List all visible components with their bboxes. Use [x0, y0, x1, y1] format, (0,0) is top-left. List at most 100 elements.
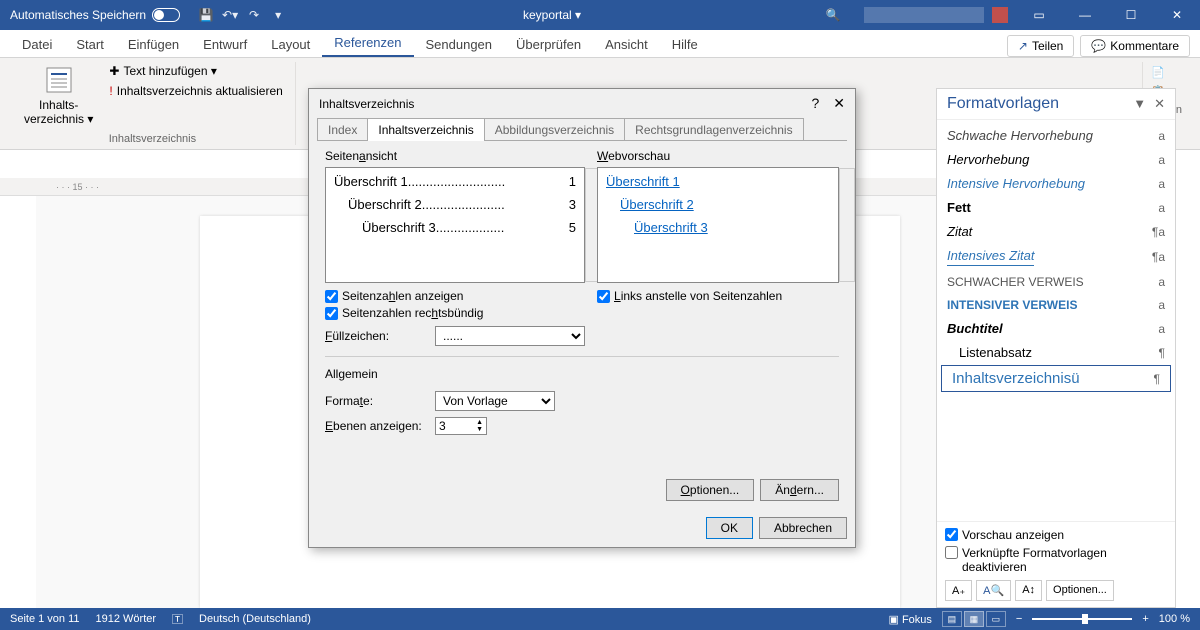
dialog-tab-rechts[interactable]: Rechtsgrundlagenverzeichnis: [624, 118, 803, 141]
new-style-icon[interactable]: A₊: [945, 580, 972, 601]
status-page[interactable]: Seite 1 von 11: [10, 613, 80, 625]
style-item-symbol: a: [1158, 129, 1165, 143]
dialog-tab-index[interactable]: Index: [317, 118, 368, 141]
weblink-h3[interactable]: Überschrift 3: [634, 220, 708, 235]
tab-hilfe[interactable]: Hilfe: [660, 32, 710, 57]
account-area[interactable]: [864, 7, 984, 23]
aendern-button[interactable]: Ändern...: [760, 479, 839, 501]
dialog-tab-abbildung[interactable]: Abbildungsverzeichnis: [484, 118, 625, 141]
save-icon[interactable]: 💾: [198, 7, 214, 23]
tab-entwurf[interactable]: Entwurf: [191, 32, 259, 57]
dialog-title: Inhaltsverzeichnis: [319, 97, 414, 111]
pane-options-icon[interactable]: ▼: [1133, 96, 1146, 112]
view-print-icon[interactable]: ▦: [964, 611, 984, 627]
style-item-label: Inhaltsverzeichnisü: [952, 370, 1080, 387]
spin-up-icon[interactable]: ▲: [476, 419, 483, 426]
status-language[interactable]: Deutsch (Deutschland): [199, 613, 311, 625]
styles-optionen-button[interactable]: Optionen...: [1046, 580, 1114, 601]
view-read-icon[interactable]: ▤: [942, 611, 962, 627]
fuellzeichen-select[interactable]: ......: [435, 326, 585, 346]
tab-datei[interactable]: Datei: [10, 32, 64, 57]
dialog-help-icon[interactable]: ?: [811, 95, 819, 112]
toggle-switch[interactable]: [152, 8, 180, 22]
style-item[interactable]: Hervorhebunga: [937, 148, 1175, 172]
search-icon[interactable]: 🔍: [810, 0, 856, 30]
status-proofing-icon[interactable]: 🅃: [172, 611, 183, 627]
autosave-toggle[interactable]: Automatisches Speichern: [0, 8, 190, 22]
account-avatar[interactable]: [992, 7, 1008, 23]
style-item[interactable]: Schwache Hervorhebung a: [937, 124, 1175, 148]
ebenen-spinner[interactable]: ▲▼: [435, 417, 487, 435]
undo-icon[interactable]: ↶▾: [222, 7, 238, 23]
zoom-level[interactable]: 100 %: [1159, 613, 1190, 625]
check-seitenzahlen[interactable]: Seitenzahlen anzeigen: [325, 289, 585, 303]
minimize-icon[interactable]: —: [1062, 0, 1108, 30]
spin-down-icon[interactable]: ▼: [476, 426, 483, 433]
weblink-h1[interactable]: Überschrift 1: [606, 174, 680, 189]
formate-select[interactable]: Von Vorlage: [435, 391, 555, 411]
style-item-symbol: ¶: [1154, 372, 1160, 386]
pane-close-icon[interactable]: ✕: [1154, 96, 1165, 112]
maximize-icon[interactable]: ☐: [1108, 0, 1154, 30]
vorschau-check[interactable]: Vorschau anzeigen: [945, 528, 1167, 542]
zoom-out-icon[interactable]: −: [1016, 613, 1022, 625]
close-icon[interactable]: ✕: [1154, 0, 1200, 30]
style-item-label: Listenabsatz: [947, 345, 1032, 360]
tab-layout[interactable]: Layout: [259, 32, 322, 57]
focus-mode[interactable]: ▣ Fokus: [889, 613, 932, 626]
webpreview-scrollbar[interactable]: [839, 168, 855, 282]
style-item[interactable]: INTENSIVER VERWEISa: [937, 294, 1175, 317]
styles-list[interactable]: Schwache HervorhebungaHervorhebungaInten…: [937, 120, 1175, 521]
document-title[interactable]: keyportal ▾: [294, 8, 810, 22]
style-item[interactable]: Intensive Hervorhebunga: [937, 172, 1175, 196]
style-inspector-icon[interactable]: A🔍: [976, 580, 1011, 601]
weblink-h2[interactable]: Überschrift 2: [620, 197, 694, 212]
tab-einfuegen[interactable]: Einfügen: [116, 32, 191, 57]
fuellzeichen-label: Füllzeichen:: [325, 329, 425, 343]
manage-styles-icon[interactable]: A↕: [1015, 580, 1042, 601]
style-item-label: Intensives Zitat: [947, 248, 1034, 266]
style-item[interactable]: Buchtitela: [937, 317, 1175, 341]
style-item[interactable]: Fetta: [937, 196, 1175, 220]
toc-button[interactable]: Inhalts- verzeichnis ▾: [18, 62, 99, 129]
tab-ueberpruefen[interactable]: Überprüfen: [504, 32, 593, 57]
ok-button[interactable]: OK: [706, 517, 753, 539]
update-toc-button[interactable]: !Inhaltsverzeichnis aktualisieren: [105, 82, 286, 100]
zoom-slider[interactable]: [1032, 618, 1132, 620]
tab-sendungen[interactable]: Sendungen: [414, 32, 505, 57]
print-preview: Überschrift 1...........................…: [325, 167, 585, 283]
abbrechen-button[interactable]: Abbrechen: [759, 517, 847, 539]
customize-qat-icon[interactable]: ▾: [270, 7, 286, 23]
style-item[interactable]: SCHWACHER VERWEISa: [937, 271, 1175, 294]
tab-ansicht[interactable]: Ansicht: [593, 32, 660, 57]
dialog-tab-inhalt[interactable]: Inhaltsverzeichnis: [367, 118, 484, 141]
verknuepfte-check[interactable]: Verknüpfte Formatvorlagen deaktivieren: [945, 546, 1167, 574]
zoom-in-icon[interactable]: +: [1142, 613, 1148, 625]
style-item[interactable]: Intensives Zitat¶a: [937, 244, 1175, 271]
share-button[interactable]: ↗Teilen: [1007, 35, 1074, 57]
check-links-statt-seitenzahlen[interactable]: Links anstelle von Seitenzahlen: [597, 289, 839, 303]
seitenansicht-label: Seitenansicht: [325, 149, 585, 163]
dialog-titlebar[interactable]: Inhaltsverzeichnis ? ✕: [309, 89, 855, 118]
style-item-symbol: ¶: [1159, 346, 1165, 360]
ebenen-input[interactable]: [439, 419, 469, 433]
style-item-symbol: a: [1158, 275, 1165, 289]
styles-pane: Formatvorlagen ▼ ✕ Schwache Hervorhebung a…: [936, 88, 1176, 608]
style-item[interactable]: Listenabsatz ¶: [937, 341, 1175, 365]
tab-start[interactable]: Start: [64, 32, 115, 57]
add-text-button[interactable]: ✚Text hinzufügen ▾: [105, 62, 220, 80]
style-item-label: Schwache Hervorhebung: [947, 128, 1093, 143]
styles-pane-title: Formatvorlagen: [947, 95, 1059, 113]
style-item[interactable]: Inhaltsverzeichnisü ¶: [941, 365, 1171, 392]
ebenen-label: Ebenen anzeigen:: [325, 419, 425, 433]
view-web-icon[interactable]: ▭: [986, 611, 1006, 627]
status-words[interactable]: 1912 Wörter: [96, 613, 157, 625]
check-rechtsbuendig[interactable]: Seitenzahlen rechtsbündig: [325, 306, 585, 320]
tab-referenzen[interactable]: Referenzen: [322, 30, 413, 57]
comments-button[interactable]: 💬Kommentare: [1080, 35, 1190, 57]
ribbon-display-icon[interactable]: ▭: [1016, 0, 1062, 30]
optionen-button[interactable]: Optionen...: [666, 479, 755, 501]
style-item[interactable]: Zitat¶a: [937, 220, 1175, 244]
dialog-close-icon[interactable]: ✕: [833, 95, 845, 112]
redo-icon[interactable]: ↷: [246, 7, 262, 23]
